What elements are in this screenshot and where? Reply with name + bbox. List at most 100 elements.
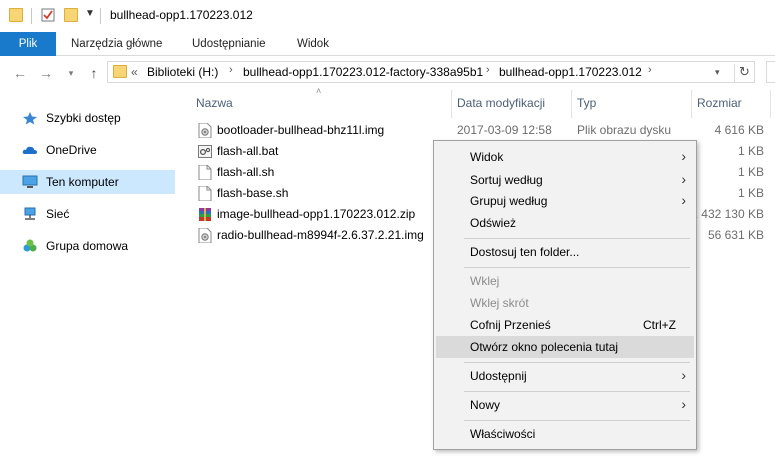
menu-item-label: Otwórz okno polecenia tutaj xyxy=(470,340,619,354)
recent-locations-icon[interactable]: ▾ xyxy=(63,65,79,81)
homegroup-icon xyxy=(22,239,38,253)
column-divider[interactable] xyxy=(691,90,692,118)
menu-item-new[interactable]: Nowy › xyxy=(436,394,694,416)
sidebar-item-this-pc[interactable]: Ten komputer xyxy=(0,170,175,194)
menu-item-label: Dostosuj ten folder... xyxy=(470,245,580,259)
sort-ascending-icon: ˄ xyxy=(316,86,322,96)
menu-item-label: Udostępnij xyxy=(470,369,527,383)
menu-separator xyxy=(464,391,690,392)
menu-item-label: Nowy xyxy=(470,398,501,412)
tab-share[interactable]: Udostępnianie xyxy=(178,32,280,56)
navigation-pane: Szybki dostęp OneDrive Ten komputer Sieć… xyxy=(0,90,186,476)
menu-item-label: Właściwości xyxy=(470,427,536,441)
menu-item-refresh[interactable]: Odśwież xyxy=(436,212,694,234)
properties-check-icon[interactable] xyxy=(41,8,55,22)
column-header-name[interactable]: Nazwa xyxy=(196,96,233,110)
menu-separator xyxy=(464,420,690,421)
menu-item-group-by[interactable]: Grupuj według › xyxy=(436,190,694,212)
column-header-size[interactable]: Rozmiar xyxy=(697,96,742,110)
title-bar: ▼ bullhead-opp1.170223.012 xyxy=(0,0,775,32)
menu-item-label: Widok xyxy=(470,150,504,164)
sidebar-item-network[interactable]: Sieć xyxy=(0,202,175,226)
menu-separator xyxy=(464,267,690,268)
menu-item-shortcut: Ctrl+Z xyxy=(643,318,676,332)
menu-item-customize-folder[interactable]: Dostosuj ten folder... xyxy=(436,241,694,263)
sidebar-item-label: OneDrive xyxy=(46,143,97,157)
tab-file[interactable]: Plik xyxy=(0,32,56,56)
folder-icon xyxy=(113,65,127,78)
column-divider[interactable] xyxy=(451,90,452,118)
address-bar[interactable]: « Biblioteki (H:) › bullhead-opp1.170223… xyxy=(107,61,755,83)
up-arrow-icon[interactable]: ↑ xyxy=(86,65,102,81)
menu-item-label: Grupuj według xyxy=(470,194,548,208)
customize-toolbar-icon[interactable]: ▼ xyxy=(85,8,95,19)
sidebar-item-homegroup[interactable]: Grupa domowa xyxy=(0,234,175,258)
chevron-right-icon: › xyxy=(681,367,686,383)
forward-arrow-icon[interactable]: → xyxy=(38,65,54,81)
file-size: 1 KB xyxy=(737,186,764,200)
chevron-right-icon: › xyxy=(681,396,686,412)
file-icon xyxy=(198,186,212,201)
breadcrumb-library[interactable]: Biblioteki (H:) xyxy=(147,65,218,79)
menu-item-undo-move[interactable]: Cofnij Przenieś Ctrl+Z xyxy=(436,314,694,336)
sidebar-item-quick-access[interactable]: Szybki dostęp xyxy=(0,106,175,130)
sidebar-item-onedrive[interactable]: OneDrive xyxy=(0,138,175,162)
column-header-date[interactable]: Data modyfikacji xyxy=(457,96,545,110)
star-icon xyxy=(22,111,38,125)
file-name: image-bullhead-opp1.170223.012.zip xyxy=(217,207,416,221)
menu-separator xyxy=(464,362,690,363)
file-size: 1 432 130 KB xyxy=(691,207,764,221)
chevron-right-icon: › xyxy=(681,192,686,208)
separator xyxy=(100,8,101,24)
folder-icon xyxy=(9,8,23,22)
column-divider[interactable] xyxy=(571,90,572,118)
file-size: 4 616 KB xyxy=(714,123,764,137)
menu-item-paste[interactable]: Wklej xyxy=(436,270,694,292)
menu-item-view[interactable]: Widok › xyxy=(436,146,694,168)
file-name: flash-all.bat xyxy=(217,144,279,158)
disk-image-icon xyxy=(198,228,212,243)
sidebar-item-label: Szybki dostęp xyxy=(46,111,121,125)
tab-home[interactable]: Narzędzia główne xyxy=(57,32,176,56)
search-input[interactable] xyxy=(766,61,775,83)
menu-item-label: Odśwież xyxy=(470,216,517,230)
refresh-icon[interactable]: ↻ xyxy=(734,64,754,82)
tab-view[interactable]: Widok xyxy=(283,32,343,56)
back-arrow-icon[interactable]: ← xyxy=(12,65,28,81)
batch-file-icon xyxy=(198,144,212,159)
chevron-right-icon[interactable]: › xyxy=(486,64,490,76)
chevron-right-icon[interactable]: › xyxy=(229,64,233,76)
sidebar-item-label: Sieć xyxy=(46,207,70,221)
cloud-icon xyxy=(22,143,38,157)
address-history-icon[interactable]: ▾ xyxy=(715,67,720,78)
file-name: radio-bullhead-m8994f-2.6.37.2.21.img xyxy=(217,228,424,242)
overflow-crumb-icon[interactable]: « xyxy=(131,65,138,79)
breadcrumb-current-folder[interactable]: bullhead-opp1.170223.012 xyxy=(499,65,642,79)
menu-item-open-command-window[interactable]: Otwórz okno polecenia tutaj xyxy=(436,336,694,358)
separator xyxy=(31,8,32,24)
file-size: 1 KB xyxy=(737,144,764,158)
sidebar-item-label: Ten komputer xyxy=(46,175,119,189)
file-type: Plik obrazu dysku xyxy=(577,123,672,137)
menu-item-label: Cofnij Przenieś xyxy=(470,318,551,332)
chevron-right-icon: › xyxy=(681,171,686,187)
file-name: bootloader-bullhead-bhz11l.img xyxy=(217,123,385,137)
disk-image-icon xyxy=(198,123,212,138)
file-date: 2017-03-09 12:58 xyxy=(457,123,552,137)
menu-item-label: Sortuj według xyxy=(470,173,543,187)
menu-separator xyxy=(464,238,690,239)
menu-item-sort-by[interactable]: Sortuj według › xyxy=(436,169,694,191)
breadcrumb-factory-folder[interactable]: bullhead-opp1.170223.012-factory-338a95b… xyxy=(243,65,483,79)
menu-item-properties[interactable]: Właściwości xyxy=(436,423,694,445)
new-folder-icon[interactable] xyxy=(64,8,78,22)
column-header-type[interactable]: Typ xyxy=(577,96,596,110)
context-menu: Widok › Sortuj według › Grupuj według › … xyxy=(433,140,697,450)
file-size: 56 631 KB xyxy=(707,228,764,242)
menu-item-paste-shortcut[interactable]: Wklej skrót xyxy=(436,292,694,314)
ribbon-tabs: Plik Narzędzia główne Udostępnianie Wido… xyxy=(0,32,775,56)
file-row[interactable]: bootloader-bullhead-bhz11l.img 2017-03-0… xyxy=(190,120,775,141)
menu-item-share[interactable]: Udostępnij › xyxy=(436,365,694,387)
column-divider[interactable] xyxy=(770,90,771,118)
chevron-right-icon[interactable]: › xyxy=(648,64,652,76)
sidebar-item-label: Grupa domowa xyxy=(46,239,129,253)
